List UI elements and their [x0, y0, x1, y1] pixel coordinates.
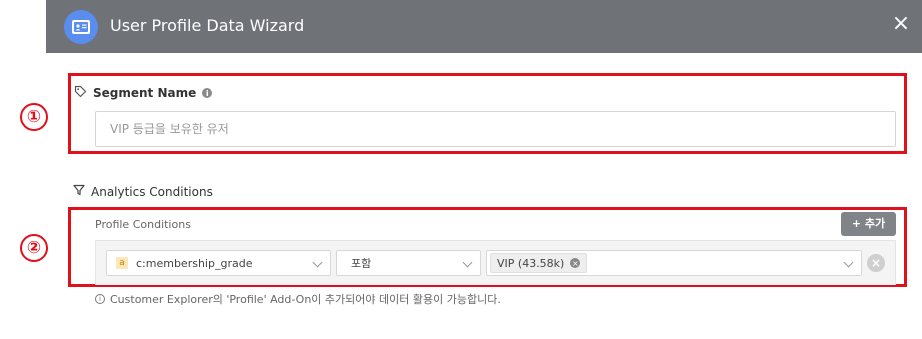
close-icon[interactable]: ×	[890, 13, 912, 35]
wizard-header: User Profile Data Wizard ×	[46, 0, 922, 53]
chevron-down-icon	[843, 257, 854, 268]
chevron-down-icon	[462, 257, 473, 268]
addon-note: i Customer Explorer의 'Profile' Add-On이 추…	[95, 291, 501, 307]
annotation-marker-two: ②	[20, 234, 48, 262]
analytics-conditions-row: Analytics Conditions	[73, 184, 213, 199]
segment-name-label-row: Segment Name i	[74, 85, 213, 101]
operator-select[interactable]: 포함	[336, 250, 481, 276]
field-select[interactable]: a c:membership_grade	[106, 250, 331, 276]
wizard-title: User Profile Data Wizard	[110, 16, 305, 35]
remove-tag-icon[interactable]: ×	[570, 258, 581, 268]
annotation-marker-one: ①	[20, 103, 48, 131]
condition-row: a c:membership_grade 포함 VIP (43.58k) ×	[95, 240, 896, 285]
info-icon[interactable]: i	[202, 88, 213, 98]
value-tag-label: VIP (43.58k)	[497, 256, 565, 270]
chevron-down-icon	[312, 257, 323, 268]
filter-icon	[73, 184, 85, 199]
analytics-conditions-label: Analytics Conditions	[91, 184, 213, 199]
tag-icon	[74, 85, 87, 101]
segment-name-label: Segment Name	[93, 86, 197, 100]
add-condition-button[interactable]: + 추가	[841, 212, 896, 236]
operator-select-value: 포함	[351, 257, 372, 270]
info-icon: i	[95, 294, 105, 304]
value-select[interactable]: VIP (43.58k) ×	[486, 250, 862, 276]
profile-conditions-label: Profile Conditions	[95, 218, 191, 231]
id-card-icon	[64, 10, 98, 44]
value-tag: VIP (43.58k) ×	[490, 253, 588, 273]
string-type-badge: a	[116, 257, 128, 269]
addon-note-text: Customer Explorer의 'Profile' Add-On이 추가되…	[110, 293, 501, 306]
segment-name-input[interactable]: VIP 등급을 보유한 유저	[95, 111, 896, 147]
field-select-value: c:membership_grade	[136, 256, 253, 270]
remove-condition-icon[interactable]: ×	[867, 254, 885, 272]
